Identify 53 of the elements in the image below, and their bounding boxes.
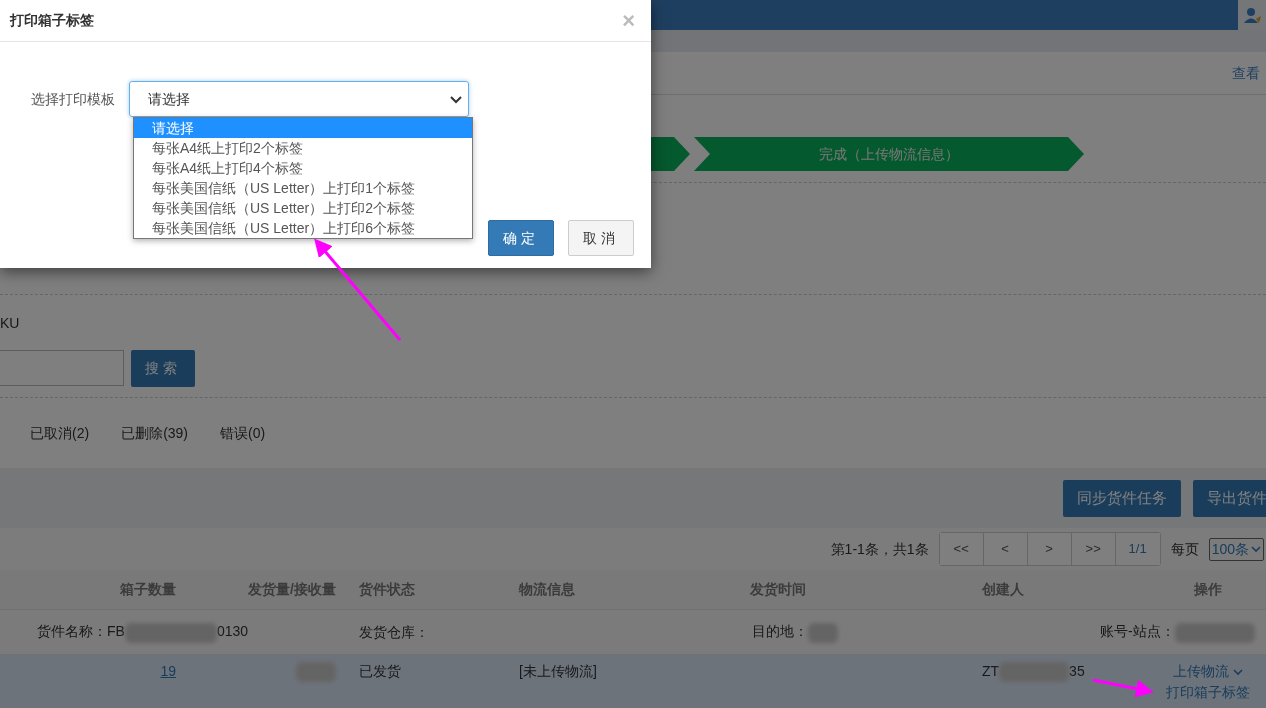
select-value: 请选择	[148, 89, 190, 109]
per-page-select[interactable]: 100条	[1208, 537, 1264, 561]
field-label: KU	[0, 314, 21, 333]
search-field[interactable]	[0, 350, 124, 386]
column-header: 箱子数量	[120, 581, 176, 597]
chevron-down-icon	[450, 94, 462, 104]
chevron-down-icon	[1232, 667, 1243, 676]
confirm-button[interactable]: 确定	[488, 220, 554, 256]
status-tab[interactable]: 已取消(2)	[30, 422, 90, 444]
column-header: 创建人	[982, 581, 1024, 597]
page-button[interactable]: <<	[939, 533, 984, 565]
select-value: 100条	[1211, 539, 1249, 559]
per-page-label: 每页	[1170, 539, 1199, 559]
table-cell: [未上传物流]	[519, 663, 597, 679]
destination-label: 目的地：	[752, 623, 808, 640]
user-button[interactable]	[1238, 0, 1266, 30]
cancel-button[interactable]: 取消	[568, 220, 634, 256]
dropdown-option[interactable]: 每张美国信纸（US Letter）上打印1个标签	[134, 178, 472, 198]
creator-start: ZT	[982, 663, 1000, 679]
print-label-link[interactable]: 打印箱子标签	[1166, 682, 1250, 703]
dropdown-option[interactable]: 每张A4纸上打印2个标签	[134, 138, 472, 158]
dialog-title: 打印箱子标签	[10, 12, 94, 29]
close-button[interactable]: ×	[622, 9, 635, 32]
toolbar-button[interactable]: 同步货件任务	[1063, 479, 1181, 517]
dropdown-option[interactable]: 请选择	[134, 118, 472, 138]
creator-end: 35	[1069, 663, 1085, 679]
search-button[interactable]: 搜索	[131, 350, 195, 387]
account-label: 账号-站点：	[1100, 623, 1175, 640]
table-cell: 已发货	[359, 663, 401, 679]
toolbar-button[interactable]: 导出货件	[1193, 479, 1266, 517]
dropdown-option[interactable]: 每张美国信纸（US Letter）上打印2个标签	[134, 198, 472, 218]
status-tab[interactable]: 错误(0)	[220, 422, 266, 444]
warehouse-label: 发货仓库：	[359, 623, 429, 640]
chevron-down-icon	[1251, 545, 1261, 553]
help-link[interactable]: 查看	[1232, 62, 1266, 84]
column-header: 发货时间	[750, 581, 806, 597]
status-tab[interactable]: 已删除(39)	[121, 422, 189, 444]
user-icon	[1243, 7, 1261, 23]
upload-logistics-dropdown[interactable]: 上传物流	[1173, 661, 1243, 682]
column-header: 发货量/接收量	[248, 581, 336, 597]
dropdown-option[interactable]: 每张美国信纸（US Letter）上打印6个标签	[134, 218, 472, 238]
shipment-name-label: 货件名称：FB	[37, 623, 125, 640]
column-header: 货件状态	[359, 581, 415, 597]
box-count-link[interactable]: 19	[160, 663, 176, 679]
template-select[interactable]: 请选择	[129, 81, 469, 117]
pagination-summary: 第1-1条，共1条	[830, 539, 929, 559]
column-header: 操作	[1194, 581, 1222, 597]
field-label: 选择打印模板	[31, 90, 115, 109]
column-header: 物流信息	[519, 581, 575, 597]
annotation-arrow	[1092, 678, 1154, 698]
dropdown-option[interactable]: 每张A4纸上打印4个标签	[134, 158, 472, 178]
shipment-name-end: 0130	[216, 623, 249, 640]
step-label: 完成（上传物流信息）	[694, 137, 1084, 171]
